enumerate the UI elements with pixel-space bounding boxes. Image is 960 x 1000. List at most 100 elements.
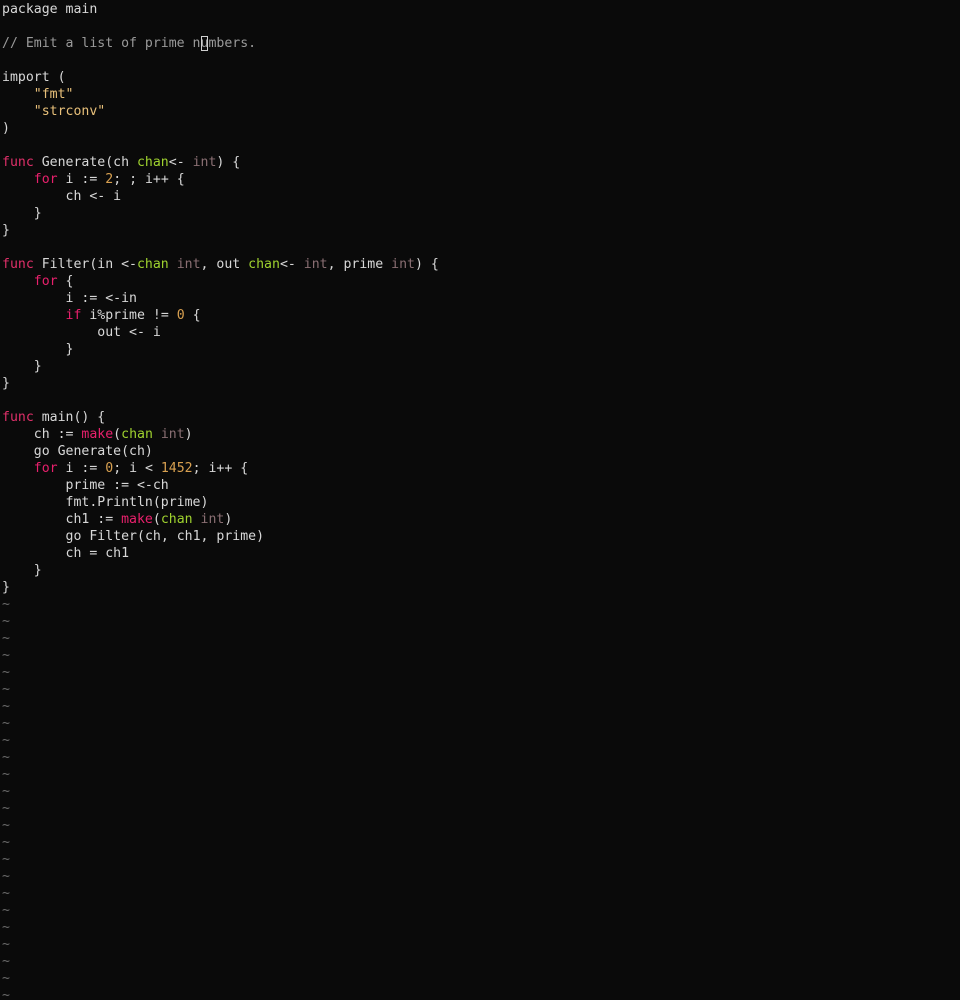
code-line[interactable]: package main — [2, 1, 960, 18]
code-token-chan: chan — [121, 427, 153, 442]
code-line[interactable] — [2, 392, 960, 409]
empty-line-marker: ~ — [2, 767, 10, 782]
empty-line-marker: ~ — [2, 716, 10, 731]
code-token-text: main() { — [33, 410, 106, 425]
code-line[interactable]: go Generate(ch) — [2, 443, 960, 460]
code-token-text: ch = ch1 — [2, 546, 130, 561]
code-line[interactable]: for i := 0; i < 1452; i++ { — [2, 460, 960, 477]
code-line[interactable] — [2, 52, 960, 69]
code-token-chan: chan — [136, 155, 169, 170]
code-line[interactable]: ch1 := make(chan int) — [2, 511, 960, 528]
empty-line-marker: ~ — [2, 835, 10, 850]
code-token-text: ( — [49, 70, 66, 85]
code-line[interactable]: // Emit a list of prime numbers. — [2, 35, 960, 52]
code-line[interactable]: } — [2, 579, 960, 596]
code-line[interactable]: for i := 2; ; i++ { — [2, 171, 960, 188]
code-token-text: prime := <-ch — [2, 478, 169, 493]
code-token-text: ch := — [2, 427, 82, 442]
empty-line-marker: ~ — [2, 784, 10, 799]
code-line[interactable]: "fmt" — [2, 86, 960, 103]
empty-line-marker: ~ — [2, 750, 10, 765]
code-token-text: } — [2, 223, 10, 238]
code-line[interactable] — [2, 137, 960, 154]
code-line[interactable]: } — [2, 562, 960, 579]
code-token-text: ) { — [414, 257, 439, 272]
code-token-text: { — [57, 274, 74, 289]
code-token-text: fmt.Println(prime) — [2, 495, 209, 510]
code-token-text: <- — [168, 155, 193, 170]
code-token-type: int — [200, 512, 225, 527]
code-line[interactable]: } — [2, 358, 960, 375]
empty-line-marker: ~ — [2, 614, 10, 629]
empty-line-marker: ~ — [2, 869, 10, 884]
code-token-comment: // Emit a list of prime n — [2, 36, 201, 51]
code-line[interactable]: ) — [2, 120, 960, 137]
empty-line-marker: ~ — [2, 801, 10, 816]
code-line[interactable]: import ( — [2, 69, 960, 86]
empty-line-marker: ~ — [2, 954, 10, 969]
code-line[interactable]: func Filter(in <-chan int, out chan<- in… — [2, 256, 960, 273]
code-token-text: ; i < — [113, 461, 161, 476]
code-token-keyword: func — [2, 410, 34, 425]
code-line[interactable]: for { — [2, 273, 960, 290]
code-token-text: } — [2, 376, 10, 391]
code-line[interactable]: ch <- i — [2, 188, 960, 205]
empty-line-marker: ~ — [2, 648, 10, 663]
empty-line-marker: ~ — [2, 971, 10, 986]
empty-line-marker: ~ — [2, 699, 10, 714]
code-editor[interactable]: package main // Emit a list of prime numb… — [0, 0, 960, 1000]
code-token-text: ch <- i — [2, 189, 122, 204]
code-token-type: int — [391, 257, 415, 272]
code-token-text: ; ; i++ { — [113, 172, 185, 187]
code-token-number: 2 — [105, 172, 114, 187]
empty-line-marker: ~ — [2, 733, 10, 748]
code-token-type: int — [303, 257, 328, 272]
code-line[interactable]: fmt.Println(prime) — [2, 494, 960, 511]
empty-line-marker: ~ — [2, 665, 10, 680]
code-line[interactable]: i := <-in — [2, 290, 960, 307]
code-line[interactable]: prime := <-ch — [2, 477, 960, 494]
code-token-text: ch1 := — [2, 512, 122, 527]
code-token-control: make — [81, 427, 114, 442]
code-token-chan: chan — [160, 512, 193, 527]
empty-line-marker: ~ — [2, 937, 10, 952]
code-token-string: "fmt" — [33, 87, 74, 102]
code-token-comment: mbers. — [208, 36, 257, 51]
code-line[interactable]: func Generate(ch chan<- int) { — [2, 154, 960, 171]
empty-line-marker: ~ — [2, 852, 10, 867]
code-token-number: 0 — [105, 461, 114, 476]
code-token-text: , prime — [327, 257, 392, 272]
code-token-text: } — [2, 580, 10, 595]
empty-line-marker: ~ — [2, 818, 10, 833]
code-line[interactable]: func main() { — [2, 409, 960, 426]
code-line[interactable]: } — [2, 205, 960, 222]
code-token-text: Filter(in <- — [33, 257, 137, 272]
code-line[interactable] — [2, 18, 960, 35]
code-token-text: main — [57, 2, 98, 17]
code-line[interactable]: } — [2, 222, 960, 239]
code-token-control: for — [33, 274, 58, 289]
empty-line-marker: ~ — [2, 920, 10, 935]
code-token-package: import — [2, 70, 50, 85]
code-token-text: ; i++ { — [192, 461, 249, 476]
code-token-text: { — [184, 308, 201, 323]
code-line[interactable]: "strconv" — [2, 103, 960, 120]
code-token-control: for — [33, 172, 58, 187]
code-line[interactable]: } — [2, 375, 960, 392]
code-line[interactable]: go Filter(ch, ch1, prime) — [2, 528, 960, 545]
code-line[interactable]: out <- i — [2, 324, 960, 341]
code-line[interactable]: ch = ch1 — [2, 545, 960, 562]
code-token-text: , out — [200, 257, 249, 272]
code-line[interactable]: } — [2, 341, 960, 358]
code-token-text: Filter(ch, ch1, prime) — [81, 529, 265, 544]
code-line[interactable]: ch := make(chan int) — [2, 426, 960, 443]
code-line[interactable]: if i%prime != 0 { — [2, 307, 960, 324]
code-token-text: out <- i — [2, 325, 161, 340]
code-line[interactable] — [2, 239, 960, 256]
